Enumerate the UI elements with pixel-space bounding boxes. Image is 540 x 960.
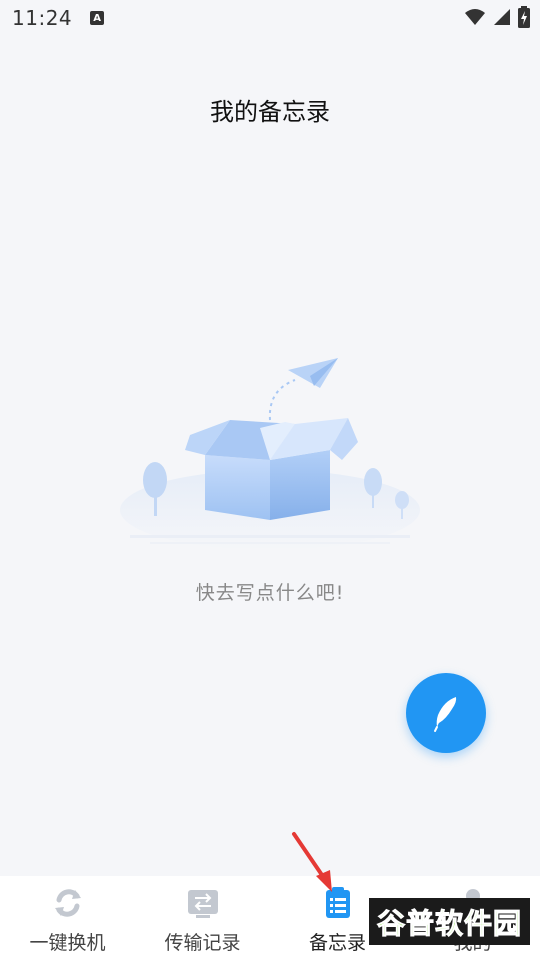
feather-icon xyxy=(434,697,457,732)
wifi-icon xyxy=(465,9,485,25)
watermark-logo: 谷普软件园 xyxy=(369,898,530,945)
page-title: 我的备忘录 xyxy=(210,98,330,126)
status-time: 11:24 xyxy=(12,6,73,30)
status-icons xyxy=(464,6,530,28)
signal-icon xyxy=(494,9,510,25)
status-bar: 11:24 A xyxy=(0,0,540,36)
tab-transfer-records[interactable]: 传输记录 xyxy=(135,876,270,960)
transfer-icon xyxy=(187,890,218,918)
empty-state-text: 快去写点什么吧! xyxy=(195,582,345,604)
swap-icon xyxy=(54,889,81,917)
a-icon: A xyxy=(90,11,105,25)
tab-label: 一键换机 xyxy=(29,932,106,954)
tab-one-click-switch[interactable]: 一键换机 xyxy=(0,876,135,960)
battery-charging-icon xyxy=(518,6,530,28)
new-note-button[interactable] xyxy=(406,673,486,753)
watermark-text: 谷普软件园 xyxy=(376,906,522,940)
tab-label: 传输记录 xyxy=(164,932,241,954)
red-arrow-annotation xyxy=(292,832,332,892)
empty-box-illustration xyxy=(120,358,420,550)
